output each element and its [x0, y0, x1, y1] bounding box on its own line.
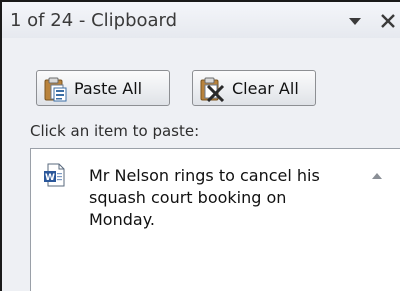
- clipboard-task-pane: 1 of 24 - Clipboard Paste All Clear All …: [0, 0, 400, 291]
- paste-all-icon: [43, 76, 69, 102]
- clear-all-label: Clear All: [232, 79, 299, 98]
- instruction-text: Click an item to paste:: [30, 122, 200, 140]
- svg-text:W: W: [45, 173, 55, 183]
- clipboard-items-list: W Mr Nelson rings to cancel his squash c…: [30, 148, 400, 291]
- clipboard-item-text: Mr Nelson rings to cancel his squash cou…: [89, 166, 320, 229]
- clear-all-icon: [199, 76, 225, 103]
- paste-all-button[interactable]: Paste All: [36, 70, 170, 106]
- scroll-up-arrow-icon[interactable]: [369, 167, 385, 179]
- clear-all-button[interactable]: Clear All: [192, 70, 316, 106]
- clipboard-item[interactable]: W Mr Nelson rings to cancel his squash c…: [41, 159, 361, 259]
- close-icon[interactable]: [378, 12, 398, 30]
- word-document-icon: W: [43, 163, 67, 187]
- task-pane-title: 1 of 24 - Clipboard: [10, 10, 178, 31]
- triangle-down-icon[interactable]: [346, 13, 364, 29]
- paste-all-label: Paste All: [74, 79, 143, 98]
- task-pane-titlebar: 1 of 24 - Clipboard: [2, 2, 400, 38]
